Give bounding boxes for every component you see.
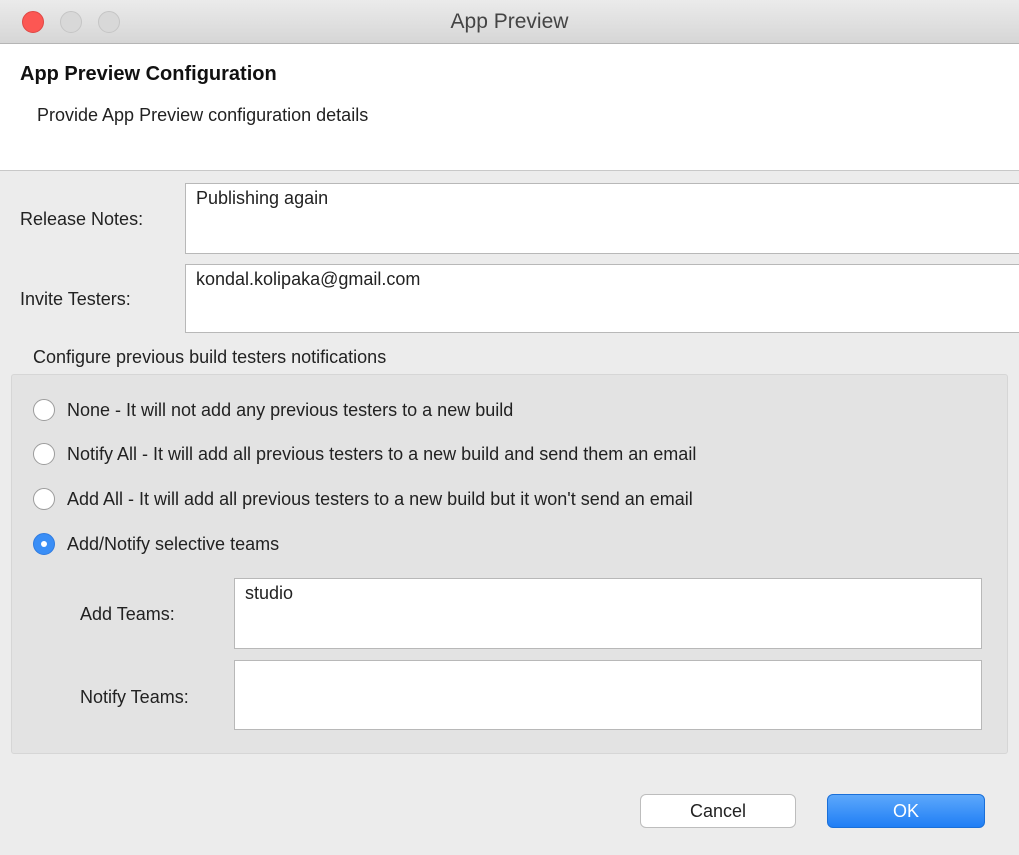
notifications-group-label: Configure previous build testers notific… — [33, 347, 387, 367]
notify-teams-field[interactable] — [234, 660, 982, 730]
invite-testers-label: Invite Testers: — [20, 289, 131, 309]
dialog-header: App Preview Configuration Provide App Pr… — [0, 44, 1019, 171]
radio-button-add-all[interactable] — [33, 488, 55, 510]
radio-option-selective-teams-label: Add/Notify selective teams — [67, 533, 280, 554]
cancel-button[interactable]: Cancel — [640, 794, 796, 828]
add-teams-label: Add Teams: — [80, 604, 175, 624]
radio-option-add-all-label: Add All - It will add all previous teste… — [67, 488, 693, 509]
dialog-title: App Preview Configuration — [20, 63, 277, 85]
release-notes-label: Release Notes: — [20, 209, 144, 229]
window-titlebar: App Preview — [0, 0, 1019, 44]
radio-option-none-label: None - It will not add any previous test… — [67, 399, 514, 420]
radio-option-selective-teams[interactable]: Add/Notify selective teams — [33, 531, 279, 557]
add-teams-field[interactable]: studio — [234, 578, 982, 649]
radio-option-notify-all-label: Notify All - It will add all previous te… — [67, 443, 697, 464]
release-notes-field[interactable]: Publishing again — [185, 183, 1019, 254]
radio-button-selective-teams[interactable] — [33, 533, 55, 555]
radio-option-none[interactable]: None - It will not add any previous test… — [33, 397, 513, 423]
ok-button[interactable]: OK — [827, 794, 985, 828]
window-title: App Preview — [450, 10, 569, 33]
radio-option-notify-all[interactable]: Notify All - It will add all previous te… — [33, 441, 696, 467]
radio-button-none[interactable] — [33, 399, 55, 421]
dialog-description: Provide App Preview configuration detail… — [37, 105, 369, 125]
notify-teams-label: Notify Teams: — [80, 687, 189, 707]
radio-button-notify-all[interactable] — [33, 443, 55, 465]
invite-testers-field[interactable]: kondal.kolipaka@gmail.com — [185, 264, 1019, 333]
radio-option-add-all[interactable]: Add All - It will add all previous teste… — [33, 486, 693, 512]
